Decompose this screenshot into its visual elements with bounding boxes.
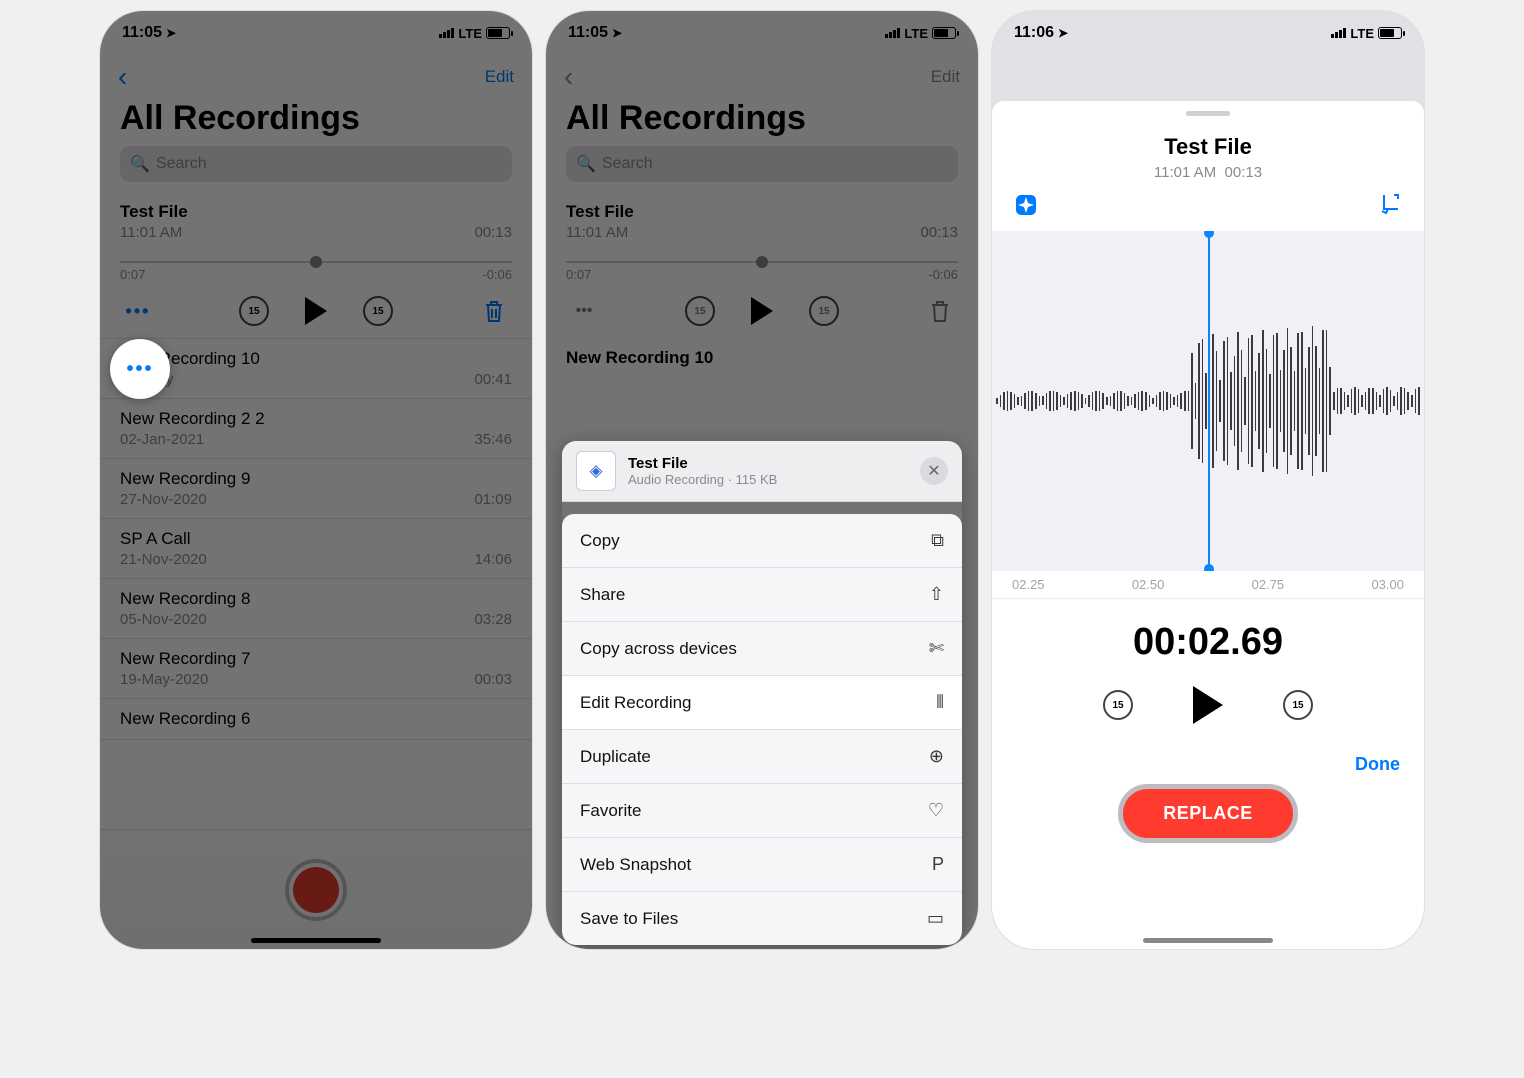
list-item[interactable]: New Recording 927-Nov-202001:09 — [100, 459, 532, 519]
sheet-thumbnail-icon: ◈ — [576, 451, 616, 491]
carrier-label: LTE — [458, 26, 482, 41]
editor-subtitle: 11:01 AM 00:13 — [992, 164, 1424, 181]
home-indicator[interactable] — [251, 938, 381, 943]
action-save-to-files[interactable]: Save to Files▭ — [562, 891, 962, 945]
battery-icon — [1378, 27, 1402, 39]
status-time: 11:06 — [1014, 24, 1054, 42]
delete-button — [926, 297, 954, 325]
status-time: 11:05 — [568, 24, 608, 42]
current-time: 00:02.69 — [992, 621, 1424, 664]
sheet-grabber[interactable] — [1186, 111, 1230, 116]
list-item[interactable]: New Recording 2 202-Jan-202135:46 — [100, 399, 532, 459]
sheet-subtitle: Audio Recording · 115 KB — [628, 472, 908, 487]
close-icon[interactable]: ✕ — [920, 457, 948, 485]
screen-action-sheet: 11:05 ➤ LTE ‹ Edit All Recordings 🔍 Sear… — [545, 10, 979, 950]
battery-icon — [486, 27, 510, 39]
scissors-icon: ✄ — [929, 638, 944, 659]
search-placeholder: Search — [156, 155, 207, 173]
action-sheet: ◈ Test File Audio Recording · 115 KB ✕ C… — [562, 441, 962, 945]
carrier-label: LTE — [904, 26, 928, 41]
page-title: All Recordings — [546, 95, 978, 146]
play-button[interactable] — [1193, 686, 1223, 724]
time-ruler: 02.25 02.50 02.75 03.00 — [992, 571, 1424, 599]
next-recording-title: New Recording 10 — [546, 338, 978, 378]
screen-all-recordings: 11:05 ➤ LTE ‹ Edit All Recordings 🔍 Sear… — [99, 10, 533, 950]
trim-button[interactable] — [1380, 193, 1402, 223]
skip-back-15-button[interactable]: 15 — [1103, 690, 1133, 720]
heart-icon: ♡ — [928, 800, 944, 821]
carrier-label: LTE — [1350, 26, 1374, 41]
action-share[interactable]: Share⇧ — [562, 567, 962, 621]
list-item[interactable]: SP A Call21-Nov-202014:06 — [100, 519, 532, 579]
share-icon: ⇧ — [929, 584, 944, 605]
selected-recording[interactable]: Test File 11:01 AM 00:13 — [100, 190, 532, 251]
recording-time: 11:01 AM — [120, 224, 182, 241]
sheet-title: Test File — [628, 455, 908, 472]
enhance-button[interactable] — [1014, 193, 1038, 223]
status-bar: 11:05 ➤ LTE — [546, 11, 978, 55]
search-input[interactable]: 🔍 Search — [120, 146, 512, 182]
skip-forward-15-button[interactable]: 15 — [363, 296, 393, 326]
screen-editor: 11:06 ➤ LTE Test File 11:01 AM 00:13 — [991, 10, 1425, 950]
status-bar: 11:05 ➤ LTE — [100, 11, 532, 55]
action-copy[interactable]: Copy⧉ — [562, 514, 962, 567]
battery-icon — [932, 27, 956, 39]
search-icon: 🔍 — [130, 154, 150, 174]
replace-button[interactable]: REPLACE — [1118, 784, 1298, 843]
scrub-elapsed: 0:07 — [120, 267, 145, 282]
action-duplicate[interactable]: Duplicate⊕ — [562, 729, 962, 783]
recording-duration: 00:13 — [474, 224, 512, 241]
recording-title: Test File — [120, 202, 512, 222]
recordings-list: New Recording 10Monday00:41 New Recordin… — [100, 338, 532, 740]
edit-button: Edit — [931, 67, 960, 87]
signal-icon — [885, 28, 900, 38]
skip-forward-15-button: 15 — [809, 296, 839, 326]
action-favorite[interactable]: Favorite♡ — [562, 783, 962, 837]
scrub-remaining: -0:06 — [482, 267, 512, 282]
home-indicator[interactable] — [1143, 938, 1273, 943]
copy-icon: ⧉ — [931, 530, 944, 551]
more-options-button: ••• — [570, 297, 598, 325]
editor-title: Test File — [992, 134, 1424, 160]
duplicate-icon: ⊕ — [929, 746, 944, 767]
status-time: 11:05 — [122, 24, 162, 42]
skip-back-15-button[interactable]: 15 — [239, 296, 269, 326]
snapshot-icon: P — [932, 854, 944, 875]
page-title: All Recordings — [100, 95, 532, 146]
status-bar: 11:06 ➤ LTE — [992, 11, 1424, 55]
list-item[interactable]: New Recording 6 — [100, 699, 532, 740]
edit-button[interactable]: Edit — [485, 67, 514, 87]
waveform-icon: ⦀ — [936, 692, 944, 713]
folder-icon: ▭ — [927, 908, 944, 929]
search-icon: 🔍 — [576, 154, 596, 174]
delete-button[interactable] — [480, 297, 508, 325]
action-copy-across-devices[interactable]: Copy across devices✄ — [562, 621, 962, 675]
search-input: 🔍 Search — [566, 146, 958, 182]
location-icon: ➤ — [612, 26, 622, 40]
signal-icon — [439, 28, 454, 38]
done-button[interactable]: Done — [1355, 754, 1400, 775]
skip-back-15-button: 15 — [685, 296, 715, 326]
play-button[interactable] — [305, 297, 327, 325]
action-edit-recording[interactable]: Edit Recording⦀ — [562, 675, 962, 729]
back-chevron-icon[interactable]: ‹ — [118, 63, 127, 91]
skip-forward-15-button[interactable]: 15 — [1283, 690, 1313, 720]
signal-icon — [1331, 28, 1346, 38]
record-dock — [100, 829, 532, 949]
play-button — [751, 297, 773, 325]
location-icon: ➤ — [166, 26, 176, 40]
more-options-button[interactable]: ••• — [124, 297, 152, 325]
list-item[interactable]: New Recording 805-Nov-202003:28 — [100, 579, 532, 639]
waveform-display[interactable] — [992, 231, 1424, 571]
playback-scrubber[interactable] — [120, 261, 512, 263]
playhead[interactable] — [1208, 231, 1210, 571]
list-item[interactable]: New Recording 719-May-202000:03 — [100, 639, 532, 699]
more-options-highlight: ••• — [110, 339, 170, 399]
action-web-snapshot[interactable]: Web SnapshotP — [562, 837, 962, 891]
back-chevron-icon: ‹ — [564, 63, 573, 91]
location-icon: ➤ — [1058, 26, 1068, 40]
record-button[interactable] — [285, 859, 347, 921]
